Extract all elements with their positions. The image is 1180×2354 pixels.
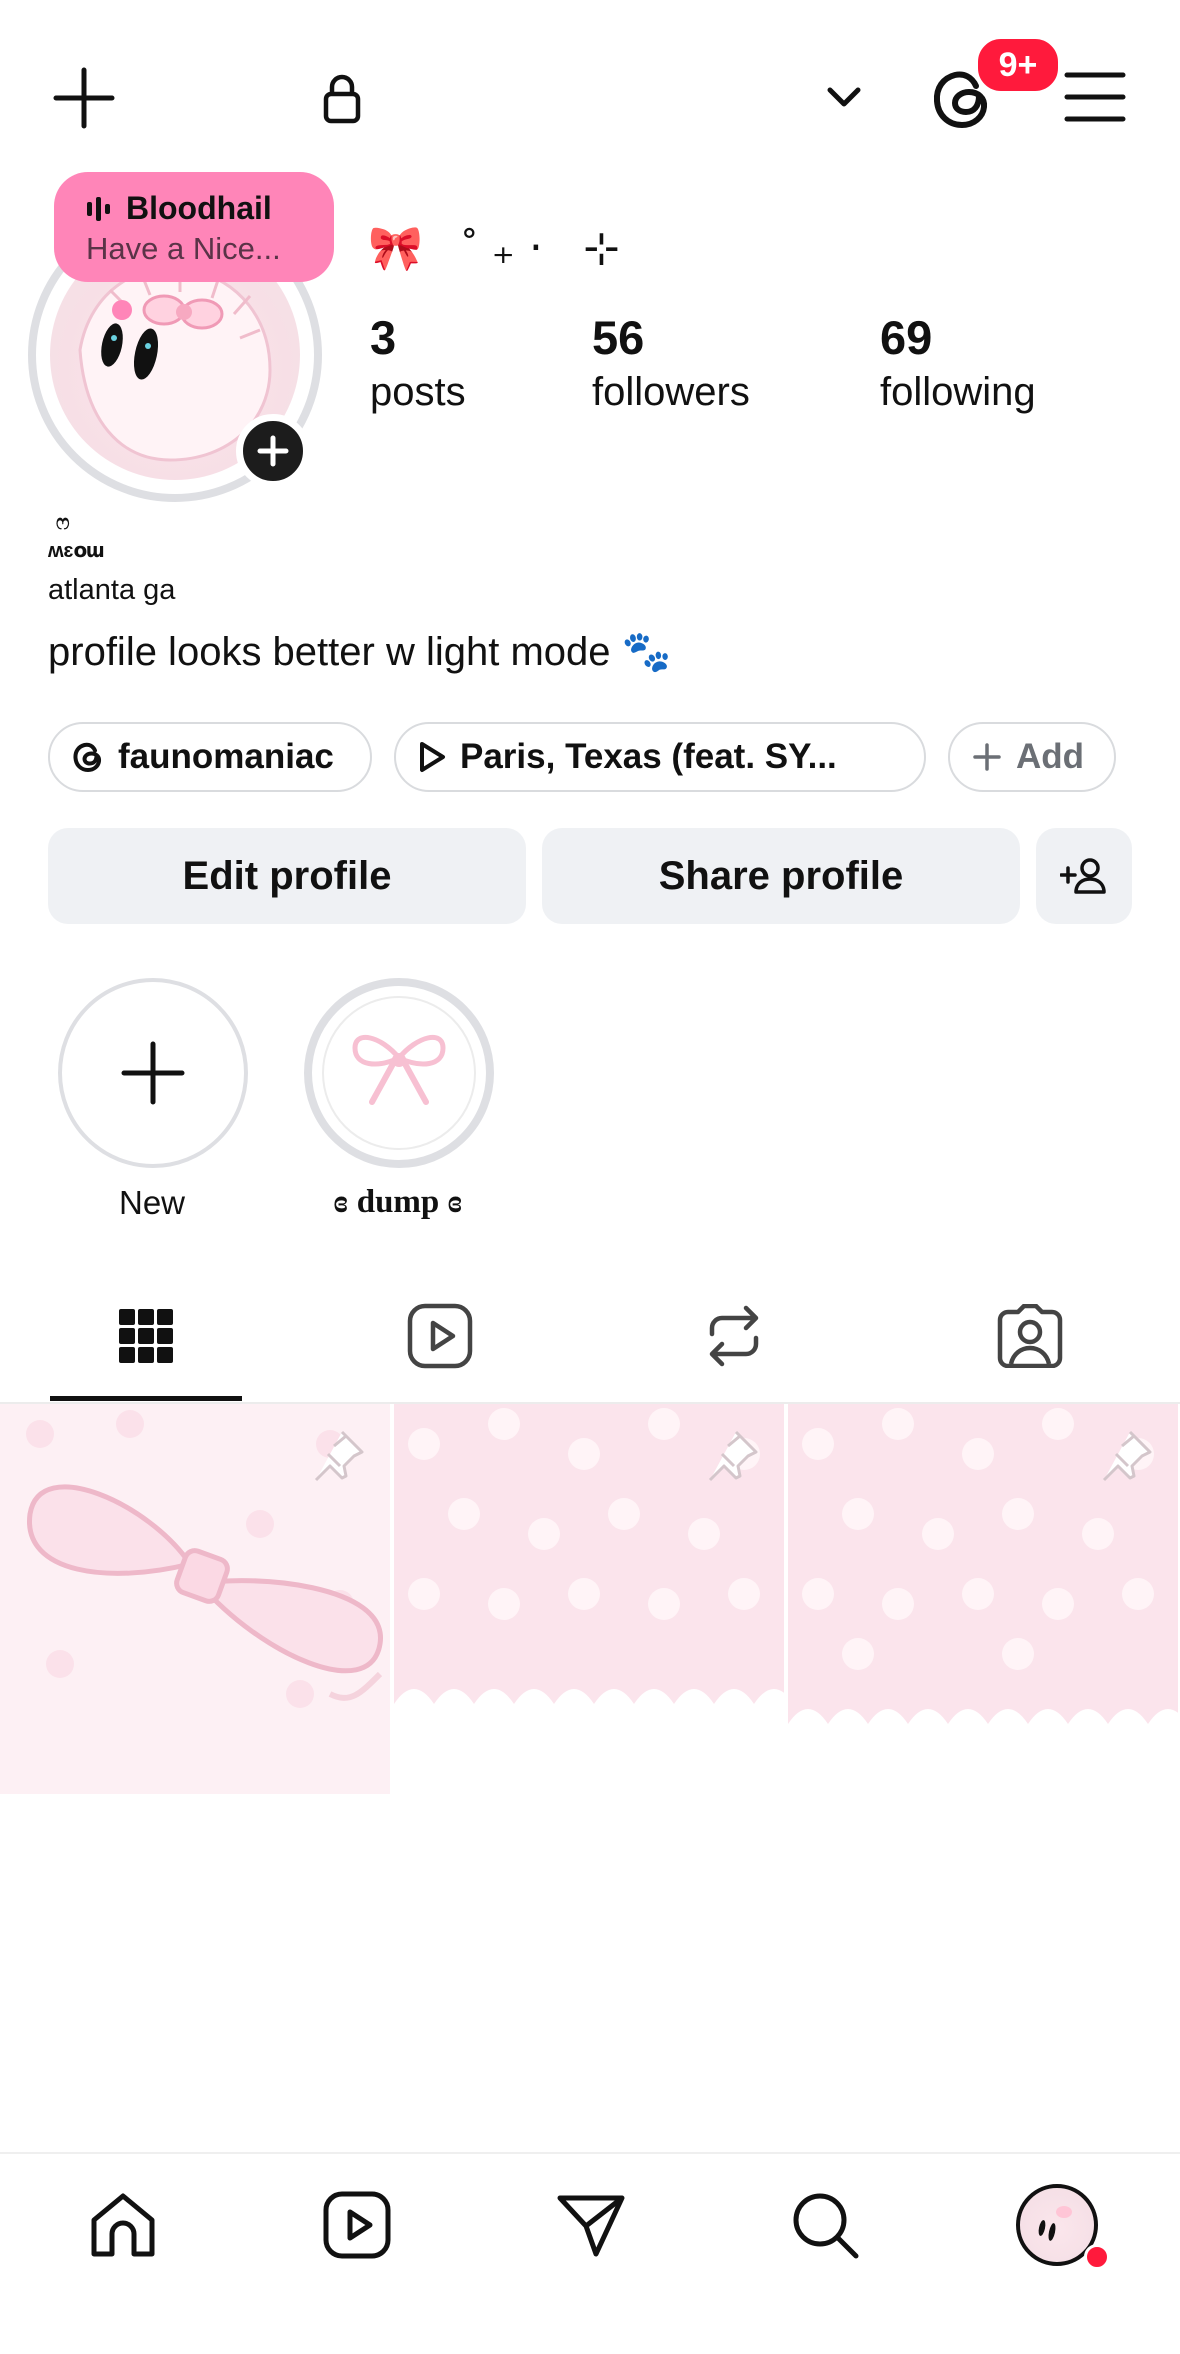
avatar-mini-illustration bbox=[1038, 2206, 1072, 2241]
tab-posts-grid[interactable] bbox=[46, 1296, 246, 1376]
followers-count[interactable]: 56 bbox=[592, 310, 644, 365]
highlight-dump[interactable] bbox=[304, 978, 494, 1168]
tab-reels[interactable] bbox=[340, 1296, 540, 1376]
posts-label[interactable]: posts bbox=[370, 370, 466, 415]
hamburger-menu-icon[interactable] bbox=[1064, 70, 1126, 124]
bio-text: profile looks better w light mode 🐾 bbox=[48, 630, 672, 674]
grid-icon bbox=[119, 1309, 173, 1363]
following-label[interactable]: following bbox=[880, 370, 1036, 415]
followers-label[interactable]: followers bbox=[592, 370, 750, 415]
add-link-chip[interactable]: Add bbox=[948, 722, 1116, 792]
pin-icon bbox=[314, 1430, 364, 1482]
lock-icon bbox=[322, 74, 362, 124]
plus-icon bbox=[121, 1041, 185, 1105]
note-subtitle: Have a Nice... bbox=[86, 231, 281, 266]
pin-icon bbox=[1102, 1430, 1152, 1482]
reposts-icon bbox=[709, 1305, 759, 1367]
music-chip-label: Paris, Texas (feat. SY... bbox=[460, 737, 837, 776]
search-icon[interactable] bbox=[790, 2190, 860, 2260]
note-title: Bloodhail bbox=[126, 190, 272, 226]
discover-people-button[interactable] bbox=[1036, 828, 1132, 924]
notification-badge: 9+ bbox=[975, 36, 1061, 94]
profile-notification-dot bbox=[1084, 2244, 1110, 2270]
new-highlight-label: New bbox=[118, 1184, 186, 1221]
following-count[interactable]: 69 bbox=[880, 310, 932, 365]
chevron-down-icon[interactable] bbox=[826, 86, 862, 110]
add-link-label: Add bbox=[1016, 737, 1085, 776]
location-text: atlanta ga bbox=[48, 574, 176, 606]
music-chip[interactable]: Paris, Texas (feat. SY... bbox=[394, 722, 926, 792]
tab-reposts[interactable] bbox=[634, 1296, 834, 1376]
plus-icon bbox=[973, 743, 1001, 771]
note-tail bbox=[112, 300, 132, 320]
tab-tagged[interactable] bbox=[930, 1296, 1130, 1376]
display-name: ʍɛօա bbox=[48, 540, 105, 562]
share-profile-button[interactable]: Share profile bbox=[542, 828, 1020, 924]
add-person-icon bbox=[1060, 858, 1106, 894]
profile-name-decor: 🎀 ˚₊‧ ⊹ bbox=[368, 224, 634, 273]
add-story-button[interactable] bbox=[236, 414, 310, 488]
ribbon-bow-icon bbox=[352, 1035, 446, 1105]
tagged-icon bbox=[997, 1304, 1063, 1368]
grid-post-3[interactable] bbox=[788, 1404, 1178, 1794]
dump-highlight-label: ɞ dump ɞ bbox=[333, 1184, 463, 1220]
threads-chip-label: faunomaniac bbox=[118, 737, 334, 776]
audio-bars-icon bbox=[87, 196, 110, 221]
send-icon[interactable] bbox=[556, 2190, 626, 2260]
reels-icon bbox=[407, 1303, 473, 1369]
pin-icon bbox=[708, 1430, 758, 1482]
tiny-heart: ෆ bbox=[56, 512, 70, 534]
create-plus-icon[interactable] bbox=[52, 66, 116, 130]
threads-icon bbox=[73, 742, 102, 773]
note-bubble[interactable]: Bloodhail Have a Nice... bbox=[54, 172, 334, 282]
new-highlight-button[interactable] bbox=[58, 978, 248, 1168]
grid-post-1[interactable] bbox=[0, 1404, 390, 1794]
edit-profile-button[interactable]: Edit profile bbox=[48, 828, 526, 924]
posts-count[interactable]: 3 bbox=[370, 310, 396, 365]
active-tab-indicator bbox=[50, 1396, 242, 1401]
home-icon[interactable] bbox=[88, 2190, 158, 2260]
plus-icon bbox=[257, 435, 289, 467]
play-icon bbox=[420, 742, 445, 772]
grid-post-2[interactable] bbox=[394, 1404, 784, 1794]
threads-chip[interactable]: faunomaniac bbox=[48, 722, 372, 792]
reels-icon[interactable] bbox=[322, 2190, 392, 2260]
